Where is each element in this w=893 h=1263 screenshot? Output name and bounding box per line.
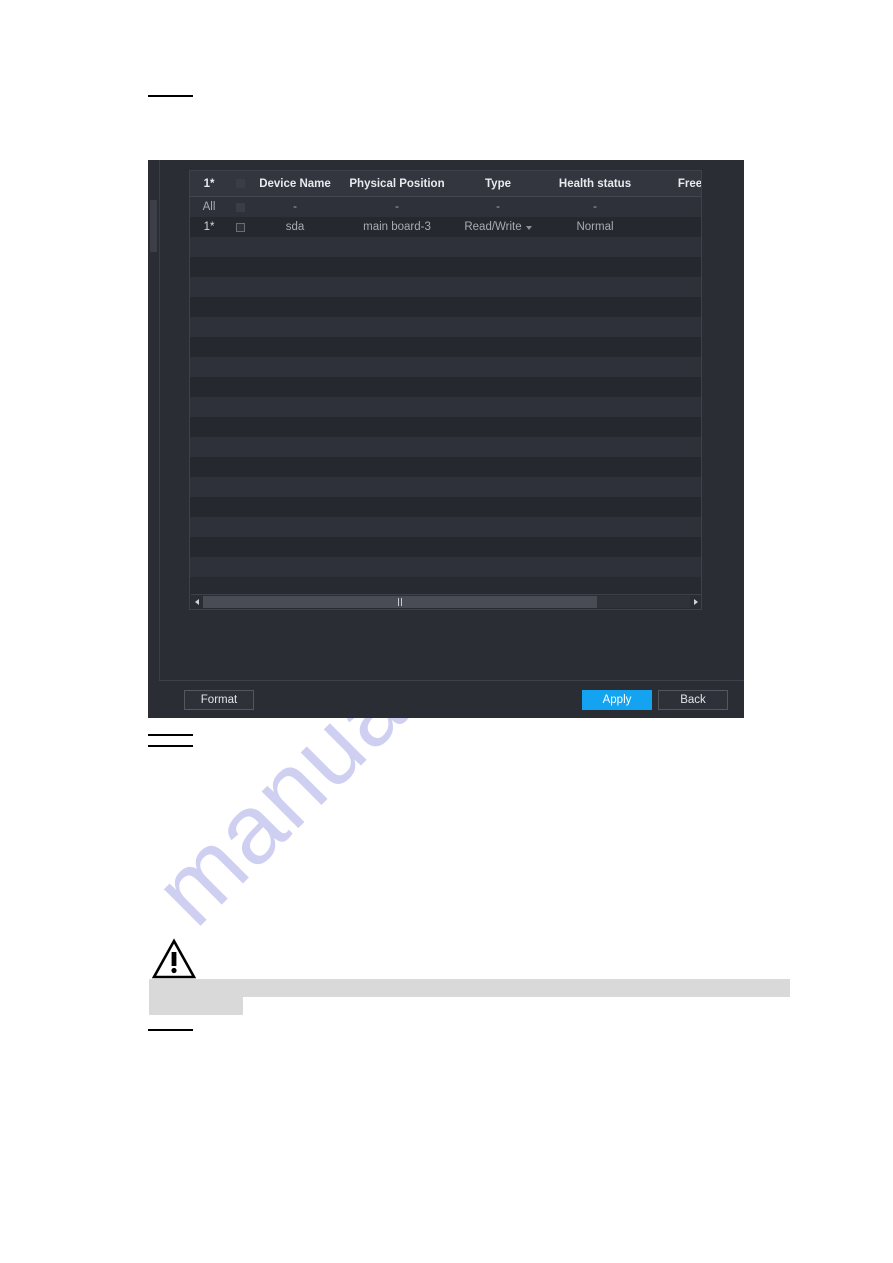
table-row-all[interactable]: All - - - - 2.0. xyxy=(190,197,701,217)
table-row-empty[interactable] xyxy=(190,417,701,437)
table-row-empty[interactable] xyxy=(190,317,701,337)
row-index-sda: 1* xyxy=(203,221,215,233)
redaction-rule-top xyxy=(148,95,193,97)
column-header-free-space[interactable]: Free Sp xyxy=(650,178,701,190)
dialog-footer: Format Apply Back xyxy=(159,680,744,718)
table-row-empty[interactable] xyxy=(190,337,701,357)
grip-line-1 xyxy=(398,597,400,606)
table-row-empty[interactable] xyxy=(190,397,701,417)
document-page: manualshive.com 1* xyxy=(0,0,893,1263)
horizontal-scrollbar[interactable] xyxy=(191,594,701,608)
row-checkbox-sda[interactable] xyxy=(228,222,252,232)
table-row-empty[interactable] xyxy=(190,237,701,257)
grey-placeholder-wide xyxy=(149,979,790,997)
back-button[interactable]: Back xyxy=(658,690,728,710)
checkbox-all[interactable] xyxy=(235,202,245,212)
table-row-empty[interactable] xyxy=(190,257,701,277)
format-button[interactable]: Format xyxy=(184,690,254,710)
table-row-empty[interactable] xyxy=(190,457,701,477)
table-row-empty[interactable] xyxy=(190,357,701,377)
row-checkbox-all[interactable] xyxy=(228,202,252,212)
redaction-rule-below-b xyxy=(148,745,193,747)
row-free-sda: 2.0. xyxy=(650,221,702,233)
row-type-sda-value: Read/Write xyxy=(464,221,522,233)
redaction-rule-bottom xyxy=(148,1029,193,1031)
dialog-body: 1* Device Name Physical Position Type He… xyxy=(148,160,744,718)
checkbox-sda[interactable] xyxy=(235,222,245,232)
table-row-empty[interactable] xyxy=(190,497,701,517)
table-row-empty[interactable] xyxy=(190,377,701,397)
row-type-sda-dropdown[interactable]: Read/Write xyxy=(456,221,540,233)
scroll-left-button[interactable] xyxy=(191,596,203,608)
scrollbar-track[interactable] xyxy=(203,595,690,608)
warning-triangle-icon xyxy=(151,938,197,985)
left-rail xyxy=(148,160,160,718)
row-device-sda: sda xyxy=(285,221,305,233)
row-position-sda: main board-3 xyxy=(363,221,431,233)
scroll-right-button[interactable] xyxy=(690,596,701,608)
table-row-empty[interactable] xyxy=(190,277,701,297)
row-type-all: - xyxy=(496,201,500,213)
table-row-empty[interactable] xyxy=(190,477,701,497)
arrow-left-icon xyxy=(195,598,199,605)
column-header-physical-position[interactable]: Physical Position xyxy=(338,178,456,190)
row-device-all: - xyxy=(293,201,297,213)
hdd-manager-dialog: 1* Device Name Physical Position Type He… xyxy=(148,160,744,718)
column-header-device-name[interactable]: Device Name xyxy=(252,178,338,190)
redaction-rule-below-a xyxy=(148,734,193,736)
row-health-sda: Normal xyxy=(576,221,614,233)
left-rail-scroll-thumb[interactable] xyxy=(150,200,157,252)
column-header-health-status[interactable]: Health status xyxy=(540,178,650,190)
table-row-empty[interactable] xyxy=(190,437,701,457)
column-header-checkbox[interactable] xyxy=(228,179,252,188)
table-row-empty[interactable] xyxy=(190,537,701,557)
column-header-index[interactable]: 1* xyxy=(190,178,228,190)
table-row-sda[interactable]: 1* sda main board-3 Read/Write Normal 2.… xyxy=(190,217,701,237)
grey-placeholder-narrow xyxy=(149,997,243,1015)
table-row-empty[interactable] xyxy=(190,517,701,537)
column-header-type[interactable]: Type xyxy=(456,178,540,190)
table-row-empty[interactable] xyxy=(190,557,701,577)
scrollbar-thumb[interactable] xyxy=(203,595,598,608)
arrow-right-icon xyxy=(694,598,698,605)
select-all-checkbox[interactable] xyxy=(235,179,245,188)
row-free-all: 2.0. xyxy=(650,201,702,213)
table-row-empty[interactable] xyxy=(190,297,701,317)
row-position-all: - xyxy=(395,201,399,213)
apply-button[interactable]: Apply xyxy=(582,690,652,710)
row-health-all: - xyxy=(593,201,597,213)
table-empty-rows xyxy=(190,237,701,577)
chevron-down-icon xyxy=(525,226,532,230)
row-index-all: All xyxy=(202,201,216,213)
grip-line-2 xyxy=(401,597,403,606)
hdd-table: 1* Device Name Physical Position Type He… xyxy=(189,170,702,610)
table-header-row: 1* Device Name Physical Position Type He… xyxy=(190,171,701,197)
